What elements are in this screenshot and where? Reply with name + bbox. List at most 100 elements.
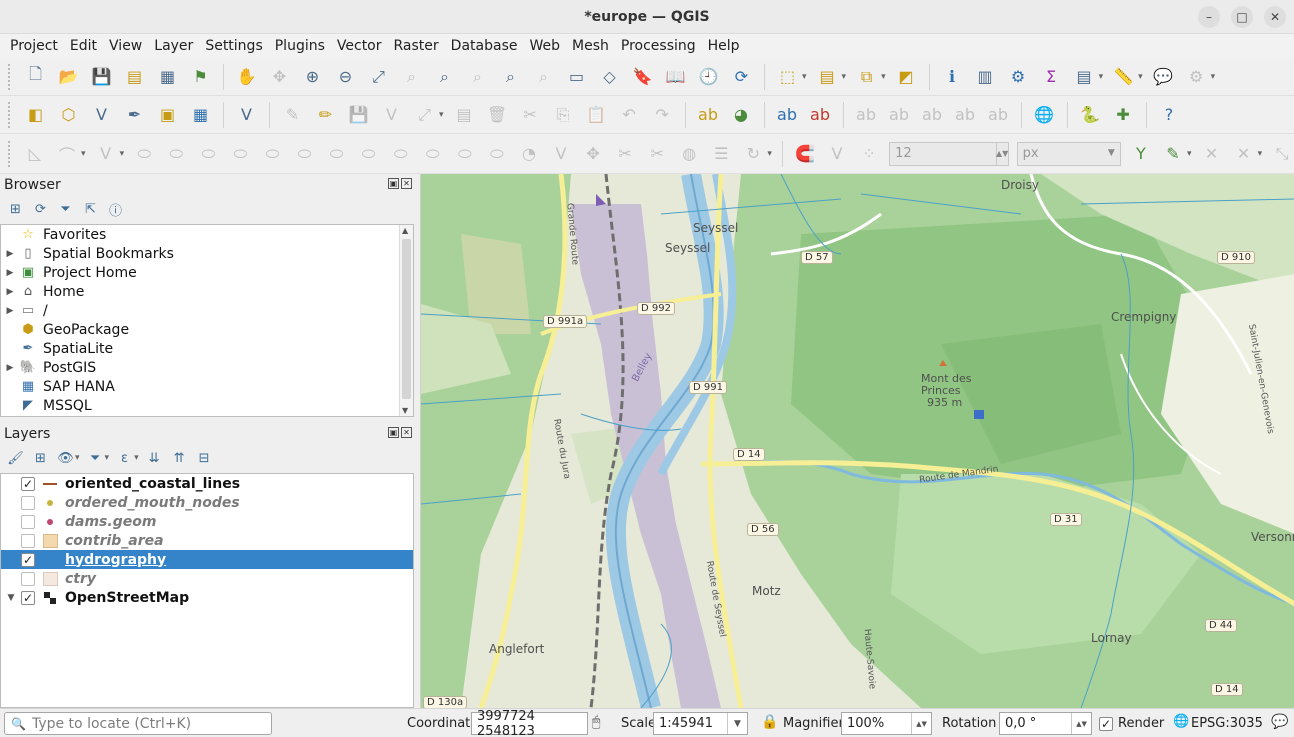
rotation-field[interactable]: 0,0 ° ▲▼ [999, 712, 1092, 735]
chevron-down-icon[interactable]: ▾ [1258, 149, 1263, 159]
layer-diagram-icon[interactable]: ◕ [729, 102, 754, 127]
add-ring-icon[interactable]: V [94, 141, 118, 166]
collapse-arrow-icon[interactable]: ▼ [1, 593, 21, 603]
map-canvas[interactable]: Droisy Seyssel Seyssel Crempigny Mont de… [420, 174, 1294, 708]
crs-button[interactable]: EPSG:3035 [1191, 716, 1263, 731]
advanced-digitizing-icon[interactable]: ⤡ [1270, 141, 1294, 166]
python-console-icon[interactable]: 🐍 [1078, 102, 1103, 127]
chevron-down-icon[interactable]: ▾ [767, 149, 772, 159]
layer-row[interactable]: ctry [1, 569, 413, 588]
chevron-down-icon[interactable]: ▾ [802, 72, 807, 82]
undo-icon[interactable]: ↶ [617, 102, 642, 127]
split-icon[interactable]: ✂ [645, 141, 669, 166]
tracing-icon[interactable]: ✕ [1232, 141, 1256, 166]
add-circular-string-icon[interactable]: ⌒ [55, 141, 79, 166]
close-button[interactable]: ✕ [1264, 6, 1286, 28]
zoom-to-selection-icon[interactable]: ⌕ [399, 64, 424, 89]
filter-by-expression-icon[interactable]: ε [115, 449, 134, 468]
style-manager-icon[interactable]: ⚑ [188, 64, 213, 89]
properties-info-icon[interactable]: ⓘ [106, 200, 125, 219]
snapping-type-icon[interactable]: ⁘ [857, 141, 881, 166]
filter-legend-icon[interactable]: ⏷ [86, 449, 105, 468]
save-project-icon[interactable]: 💾 [89, 64, 114, 89]
expand-arrow-icon[interactable]: ▶ [1, 249, 19, 259]
float-panel-icon[interactable]: ▣ [388, 178, 399, 189]
delete-selected-icon[interactable]: 🗑 [485, 102, 510, 127]
snapping-magnet-icon[interactable]: 🧲 [793, 141, 817, 166]
chevron-down-icon[interactable]: ▾ [105, 453, 110, 463]
toolbar-grip[interactable] [8, 63, 13, 90]
toolbar-grip[interactable] [8, 101, 13, 128]
crs-globe-icon[interactable]: 🌐 [1173, 714, 1189, 729]
show-hide-labels-icon[interactable]: ab [887, 102, 912, 127]
layer-row[interactable]: dams.geom [1, 512, 413, 531]
remove-layer-icon[interactable]: ⊟ [195, 449, 214, 468]
expand-all-icon[interactable]: ⇊ [145, 449, 164, 468]
layer-visibility-checkbox[interactable] [21, 571, 35, 586]
merge-features-icon[interactable]: ⬭ [453, 141, 477, 166]
trim-extend-icon[interactable]: ⬭ [357, 141, 381, 166]
chevron-down-icon[interactable]: ▾ [1138, 72, 1143, 82]
self-snap-icon[interactable]: ✕ [1200, 141, 1224, 166]
expand-arrow-icon[interactable]: ▶ [1, 268, 19, 278]
lock-scale-icon[interactable]: 🔒 [761, 714, 778, 730]
browser-item-root[interactable]: ▶ ▭ / [1, 301, 413, 320]
browser-item-sap-hana[interactable]: ▦ SAP HANA [1, 377, 413, 396]
cut-features-icon[interactable]: ✂ [518, 102, 543, 127]
new-map-view-icon[interactable]: ▭ [564, 64, 589, 89]
rotate-icon[interactable]: ↻ [741, 141, 765, 166]
layer-visibility-checkbox[interactable] [21, 495, 35, 510]
temporal-controller-icon[interactable]: 🕘 [696, 64, 721, 89]
new-spatialite-layer-icon[interactable]: ✒ [122, 102, 147, 127]
open-attribute-table-icon[interactable]: ▥ [973, 64, 998, 89]
menu-raster[interactable]: Raster [388, 38, 445, 54]
close-panel-icon[interactable]: ✕ [401, 427, 412, 438]
split-features-icon[interactable]: ⬭ [389, 141, 413, 166]
refresh-icon[interactable]: ⟳ [729, 64, 754, 89]
toggle-labels-icon[interactable]: ab [808, 102, 833, 127]
refresh-icon[interactable]: ⟳ [31, 200, 50, 219]
expand-arrow-icon[interactable]: ▶ [1, 287, 19, 297]
chevron-down-icon[interactable]: ▾ [75, 453, 80, 463]
snapping-tolerance-field[interactable]: 12 ▲▼ [889, 141, 1009, 166]
zoom-last-icon[interactable]: ⌕ [498, 64, 523, 89]
browser-item-spatial-bookmarks[interactable]: ▶ ▯ Spatial Bookmarks [1, 244, 413, 263]
zoom-to-layer-icon[interactable]: ⌕ [432, 64, 457, 89]
layer-row[interactable]: ordered_mouth_nodes [1, 493, 413, 512]
identify-features-icon[interactable]: ℹ [940, 64, 965, 89]
pin-labels-icon[interactable]: ab [854, 102, 879, 127]
scrollbar-thumb[interactable] [402, 239, 411, 399]
scroll-up-icon[interactable]: ▲ [402, 226, 408, 235]
chevron-down-icon[interactable]: ▾ [881, 72, 886, 82]
reverse-line-icon[interactable]: ⬭ [325, 141, 349, 166]
zoom-out-icon[interactable]: ⊖ [333, 64, 358, 89]
chevron-down-icon[interactable]: ▾ [81, 149, 86, 159]
browser-item-postgis[interactable]: ▶ 🐘 PostGIS [1, 358, 413, 377]
layout-manager-icon[interactable]: ▦ [155, 64, 180, 89]
map-tips-icon[interactable]: 💬 [1151, 64, 1176, 89]
messages-icon[interactable]: 💬 [1271, 714, 1288, 730]
layer-row[interactable]: ▼ ✓ OpenStreetMap [1, 588, 413, 607]
processing-toolbox-icon[interactable]: ⚙ [1006, 64, 1031, 89]
deselect-features-icon[interactable]: ⧉ [854, 64, 879, 89]
menu-help[interactable]: Help [702, 38, 746, 54]
spin-arrows-icon[interactable]: ▲▼ [995, 142, 1008, 165]
rotate-feature-icon[interactable]: ◍ [677, 141, 701, 166]
add-delimited-text-icon[interactable]: V [234, 102, 259, 127]
copy-features-icon[interactable]: ⎘ [551, 102, 576, 127]
snap-intersections-icon[interactable]: ✎ [1161, 141, 1185, 166]
rotate-symbols-icon[interactable]: ◔ [517, 141, 541, 166]
rotate-label-icon[interactable]: ab [953, 102, 978, 127]
layer-row-selected[interactable]: ✓ hydrography [1, 550, 413, 569]
maximize-button[interactable]: □ [1231, 6, 1253, 28]
menu-database[interactable]: Database [445, 38, 524, 54]
magnifier-field[interactable]: 100% ▲▼ [841, 712, 932, 735]
chevron-down-icon[interactable]: ▼ [727, 713, 747, 734]
offset-curve-icon[interactable]: ⬭ [292, 141, 316, 166]
digitize-shape-icon[interactable]: ◺ [23, 141, 47, 166]
move-label-icon[interactable]: ab [920, 102, 945, 127]
toggle-editing-icon[interactable]: ✏ [313, 102, 338, 127]
layer-visibility-checkbox[interactable]: ✓ [21, 476, 35, 491]
zoom-native-icon[interactable]: ⌕ [465, 64, 490, 89]
chevron-down-icon[interactable]: ▾ [1187, 149, 1192, 159]
